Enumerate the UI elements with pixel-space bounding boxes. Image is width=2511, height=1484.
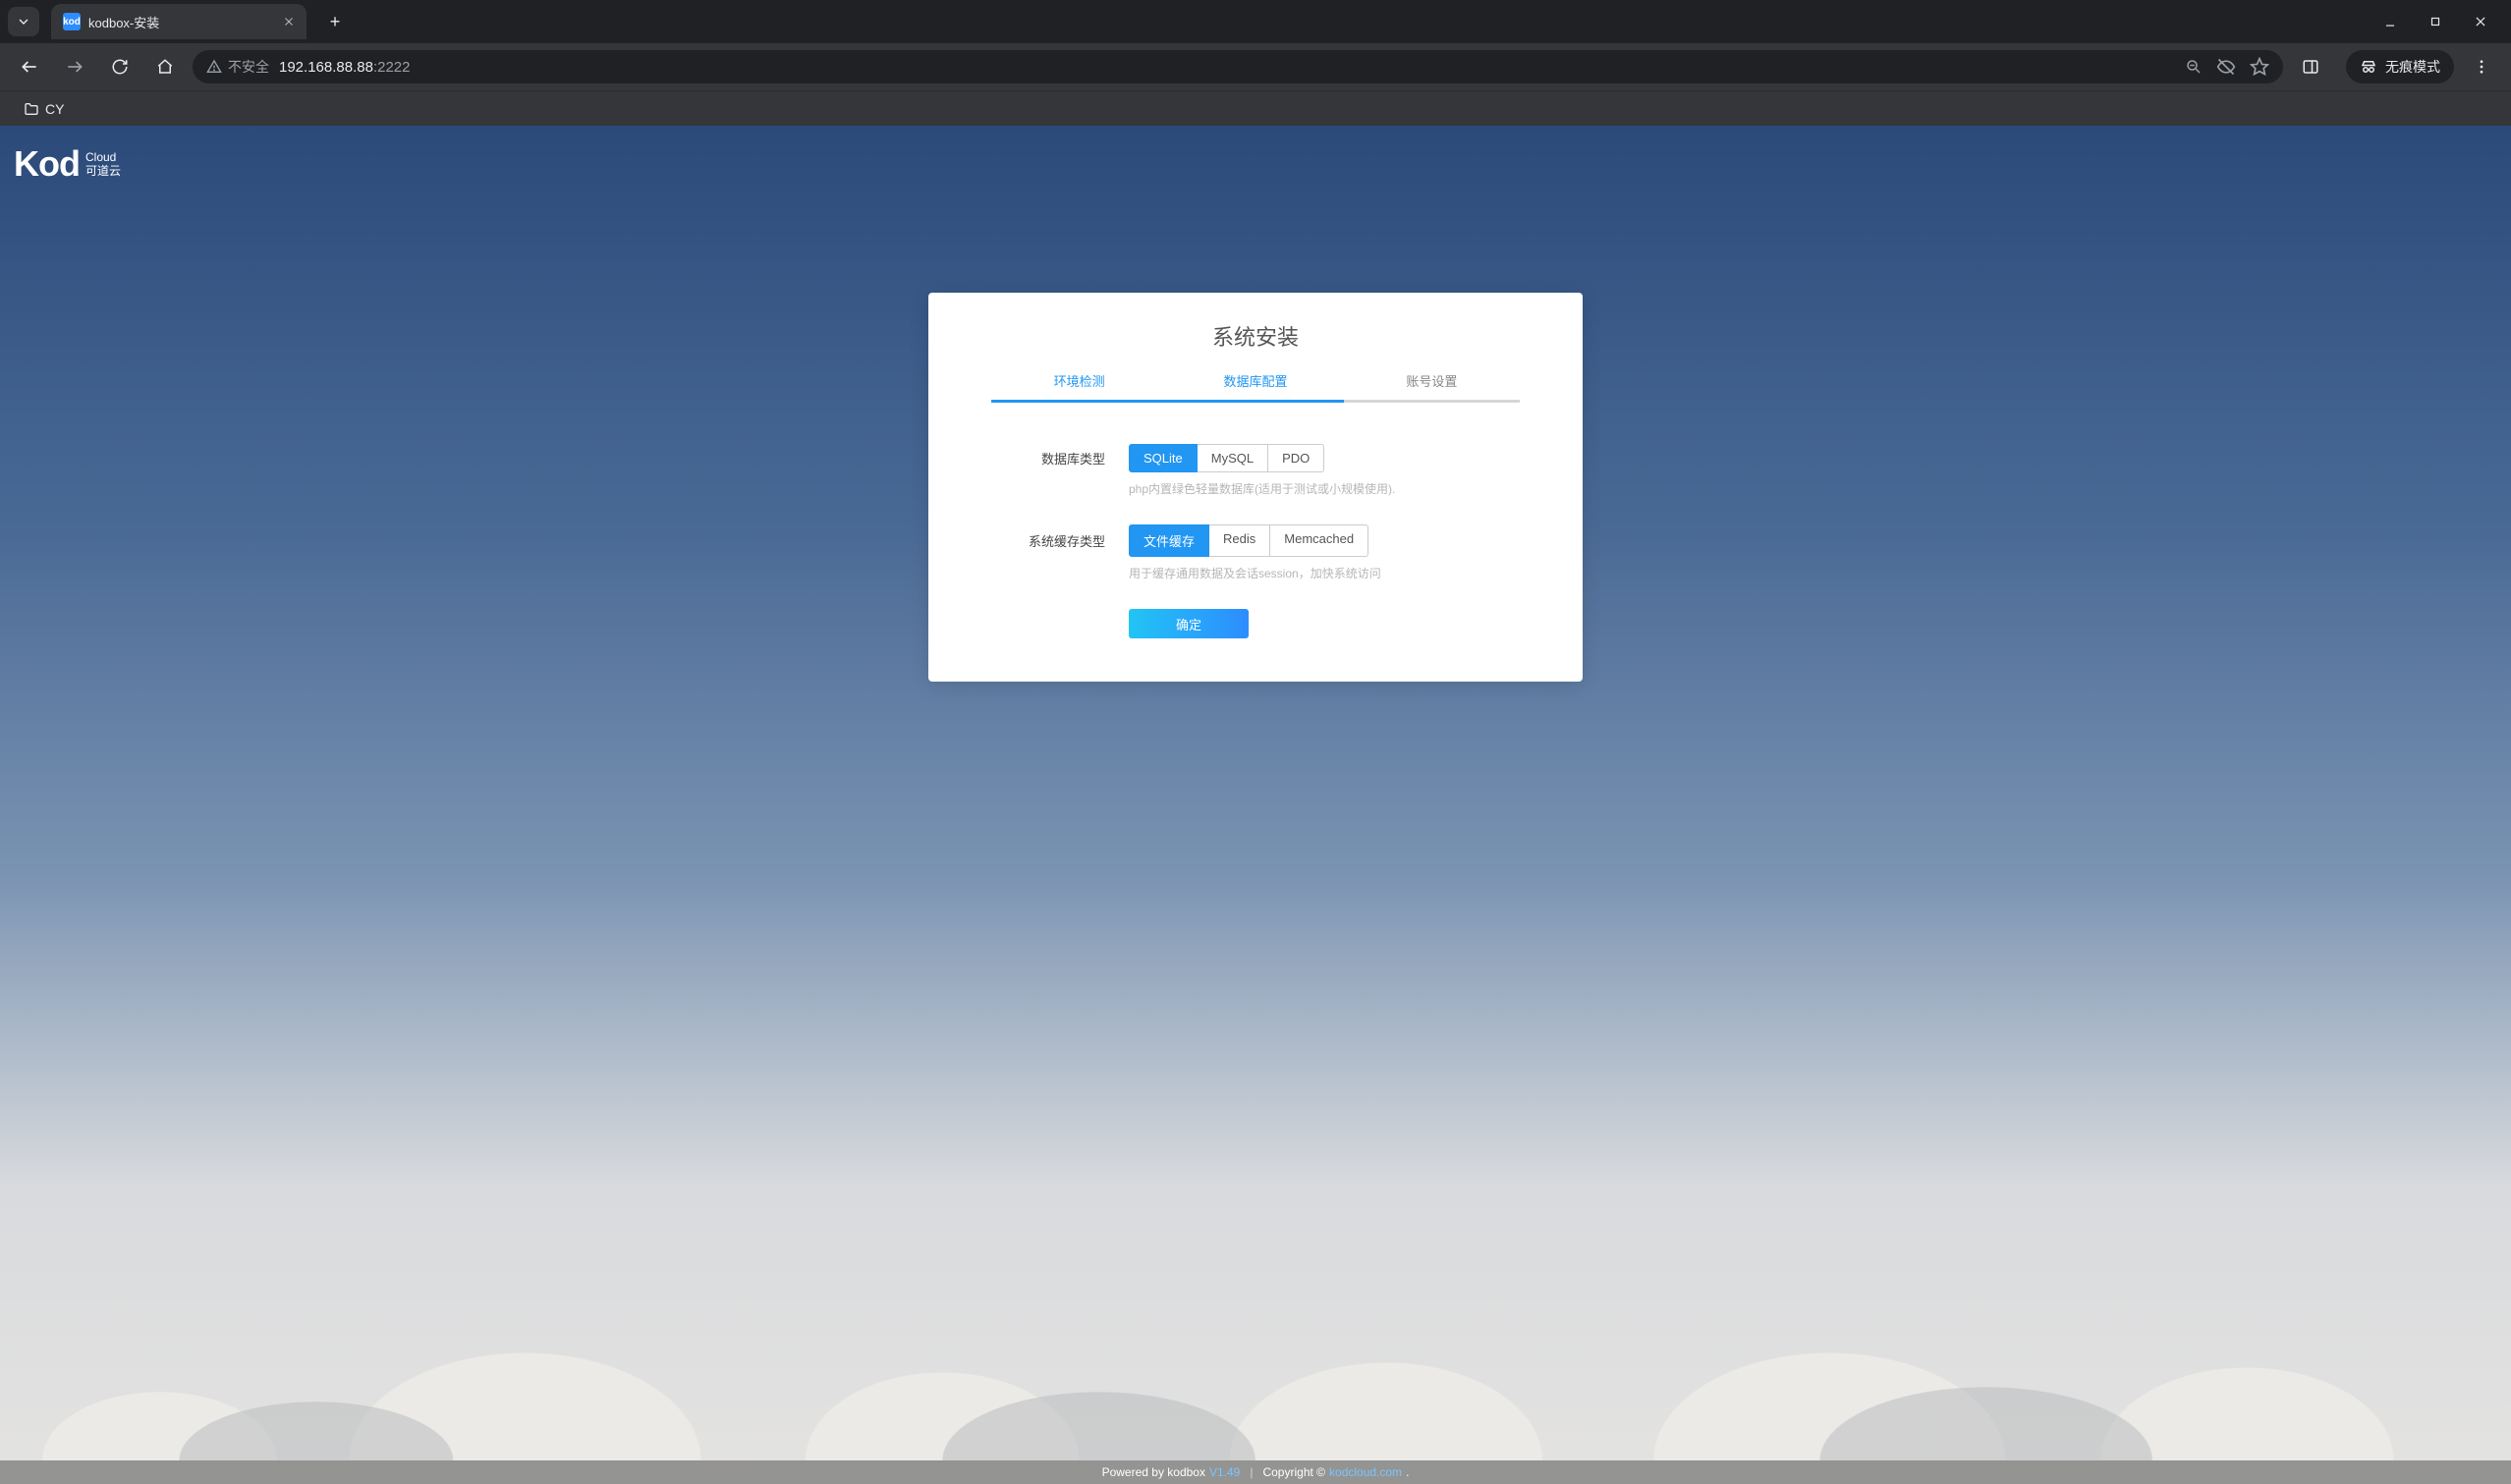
security-warning-label: 不安全 bbox=[228, 57, 269, 77]
new-tab-button[interactable]: + bbox=[320, 7, 350, 36]
db-type-hint: php内置绿色轻量数据库(适用于测试或小规模使用). bbox=[1129, 480, 1520, 497]
db-option-pdo[interactable]: PDO bbox=[1267, 444, 1324, 472]
incognito-label: 无痕模式 bbox=[2385, 57, 2440, 77]
side-panel-button[interactable] bbox=[2293, 49, 2328, 84]
footer-site-link[interactable]: kodcloud.com bbox=[1329, 1465, 1402, 1479]
cache-option-file[interactable]: 文件缓存 bbox=[1129, 524, 1209, 557]
nav-back-button[interactable] bbox=[12, 49, 47, 84]
bookmark-folder-label: CY bbox=[45, 101, 64, 117]
nav-reload-button[interactable] bbox=[102, 49, 138, 84]
submit-button[interactable]: 确定 bbox=[1129, 609, 1249, 638]
eye-off-icon[interactable] bbox=[2216, 57, 2236, 77]
cache-option-redis[interactable]: Redis bbox=[1208, 524, 1270, 557]
site-security-warning[interactable]: 不安全 bbox=[206, 57, 269, 77]
nav-home-button[interactable] bbox=[147, 49, 183, 84]
omnibox[interactable]: 不安全 192.168.88.88:2222 bbox=[193, 50, 2283, 83]
footer-version-link[interactable]: V1.49 bbox=[1209, 1465, 1240, 1479]
tab-close-button[interactable] bbox=[283, 16, 295, 27]
cache-type-label: 系统缓存类型 bbox=[991, 531, 1129, 550]
background-mountains bbox=[0, 1303, 2511, 1460]
cache-type-hint: 用于缓存通用数据及会话session，加快系统访问 bbox=[1129, 565, 1520, 581]
page-content: Kod Cloud 可道云 系统安装 环境检测 数据库配置 账号设置 数据库类型… bbox=[0, 126, 2511, 1484]
step-db-config: 数据库配置 bbox=[1167, 371, 1343, 403]
browser-menu-button[interactable] bbox=[2464, 49, 2499, 84]
window-minimize-button[interactable] bbox=[2368, 4, 2413, 39]
omnibox-url: 192.168.88.88:2222 bbox=[279, 59, 410, 76]
logo-sub-text: Cloud 可道云 bbox=[85, 150, 121, 178]
browser-tabbar: kod kodbox-安装 + bbox=[0, 0, 2511, 43]
incognito-indicator[interactable]: 无痕模式 bbox=[2346, 50, 2454, 83]
install-card: 系统安装 环境检测 数据库配置 账号设置 数据库类型 SQLite MySQL … bbox=[928, 293, 1583, 682]
zoom-icon[interactable] bbox=[2185, 58, 2203, 76]
tabs-dropdown-button[interactable] bbox=[8, 7, 39, 36]
install-steps: 环境检测 数据库配置 账号设置 bbox=[991, 371, 1520, 403]
kod-logo: Kod Cloud 可道云 bbox=[14, 143, 121, 185]
window-controls bbox=[2368, 4, 2503, 39]
cache-type-row: 系统缓存类型 文件缓存 Redis Memcached bbox=[991, 524, 1520, 557]
cache-type-options: 文件缓存 Redis Memcached bbox=[1129, 524, 1368, 557]
db-type-row: 数据库类型 SQLite MySQL PDO bbox=[991, 444, 1520, 472]
footer-copyright: Copyright © bbox=[1262, 1465, 1325, 1479]
step-env-check: 环境检测 bbox=[991, 371, 1167, 403]
db-type-label: 数据库类型 bbox=[991, 449, 1129, 467]
bookmark-star-icon[interactable] bbox=[2250, 57, 2269, 77]
card-title: 系统安装 bbox=[991, 320, 1520, 352]
step-account: 账号设置 bbox=[1344, 371, 1520, 403]
browser-tab[interactable]: kod kodbox-安装 bbox=[51, 4, 307, 39]
tab-favicon: kod bbox=[63, 13, 81, 30]
window-close-button[interactable] bbox=[2458, 4, 2503, 39]
footer-tail: . bbox=[1406, 1465, 1409, 1479]
bookmark-folder[interactable]: CY bbox=[16, 97, 72, 121]
db-type-options: SQLite MySQL PDO bbox=[1129, 444, 1324, 472]
logo-main-text: Kod bbox=[14, 143, 80, 185]
page-footer: Powered by kodbox V1.49 | Copyright © ko… bbox=[0, 1460, 2511, 1484]
nav-forward-button[interactable] bbox=[57, 49, 92, 84]
db-option-mysql[interactable]: MySQL bbox=[1197, 444, 1268, 472]
tab-title: kodbox-安装 bbox=[88, 13, 275, 31]
bookmark-bar: CY bbox=[0, 90, 2511, 126]
window-maximize-button[interactable] bbox=[2413, 4, 2458, 39]
browser-toolbar: 不安全 192.168.88.88:2222 无痕模式 bbox=[0, 43, 2511, 90]
footer-powered: Powered by kodbox bbox=[1102, 1465, 1205, 1479]
cache-option-memcached[interactable]: Memcached bbox=[1269, 524, 1368, 557]
db-option-sqlite[interactable]: SQLite bbox=[1129, 444, 1198, 472]
